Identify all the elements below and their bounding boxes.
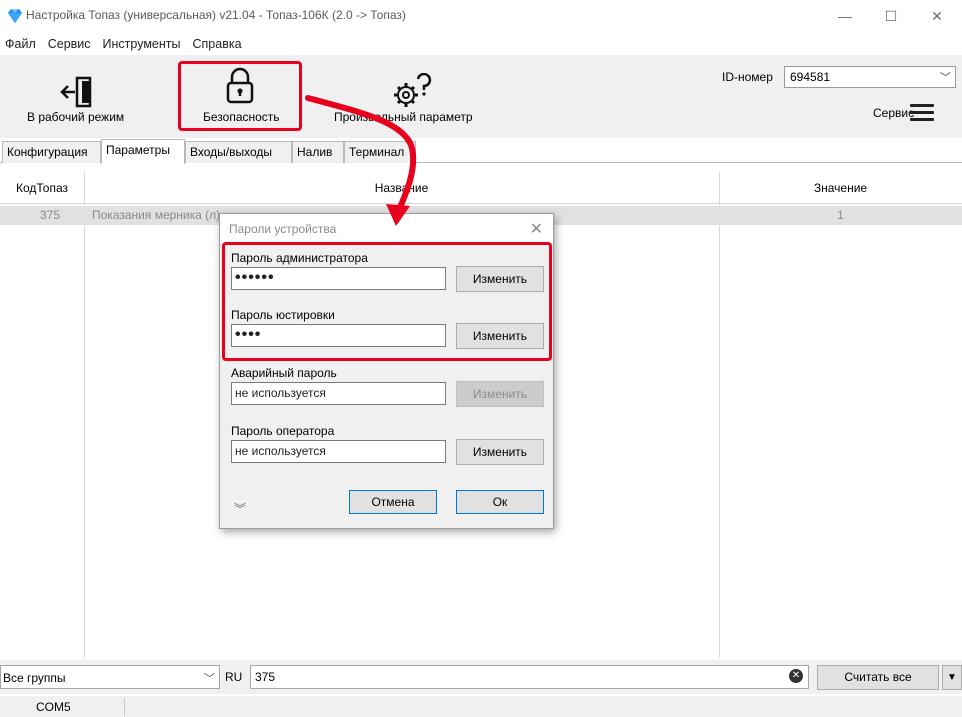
adjust-password-label: Пароль юстировки	[231, 308, 335, 322]
ok-button[interactable]: Ок	[456, 490, 544, 514]
close-button[interactable]: ✕	[914, 0, 960, 32]
dialog-close-icon[interactable]: ✕	[530, 219, 543, 239]
tab-terminal[interactable]: Терминал	[344, 141, 416, 163]
id-number-value: 694581	[790, 70, 831, 84]
hamburger-menu-icon[interactable]	[910, 104, 934, 122]
chevron-down-icon: ﹀	[204, 673, 215, 685]
operator-password-label: Пароль оператора	[231, 424, 335, 438]
title-bar: Настройка Топаз (универсальная) v21.04 -…	[0, 0, 962, 32]
minimize-button[interactable]: —	[822, 0, 868, 32]
gear-question-icon	[394, 73, 432, 107]
cancel-button[interactable]: Отмена	[349, 490, 437, 514]
status-divider	[124, 698, 125, 715]
table-header: КодТопаз Название Значение	[0, 172, 962, 204]
clear-circle-icon[interactable]: ✕	[789, 669, 803, 683]
security-button[interactable]: Безопасность	[180, 55, 300, 135]
device-passwords-dialog: Пароли устройства ✕ Пароль администратор…	[219, 213, 554, 529]
row-value: 1	[837, 208, 844, 222]
gem-icon	[8, 9, 22, 23]
column-divider	[84, 172, 85, 658]
header-name[interactable]: Название	[84, 172, 719, 204]
admin-password-label: Пароль администратора	[231, 251, 368, 265]
work-mode-label: В рабочий режим	[27, 110, 125, 124]
dialog-title: Пароли устройства	[229, 222, 337, 236]
tab-strip: Конфигурация Параметры Входы/выходы Нали…	[0, 138, 962, 164]
work-mode-button[interactable]: В рабочий режим	[20, 55, 140, 135]
filter-bar: Все группы ﹀ RU ✕ Считать все ▼	[0, 660, 962, 694]
tab-io[interactable]: Входы/выходы	[185, 141, 292, 163]
id-number-label: ID-номер	[722, 70, 773, 84]
emergency-password-field[interactable]: не используется	[231, 382, 446, 405]
emergency-password-label: Аварийный пароль	[231, 366, 337, 380]
row-code: 375	[39, 208, 60, 222]
header-code[interactable]: КодТопаз	[0, 172, 84, 204]
read-all-dropdown-button[interactable]: ▼	[942, 665, 962, 690]
header-value[interactable]: Значение	[719, 172, 962, 204]
tab-parameters[interactable]: Параметры	[101, 139, 185, 164]
id-number-select[interactable]: 694581 ﹀	[784, 66, 956, 88]
group-select[interactable]: Все группы ﹀	[0, 665, 220, 689]
service-label: Сервис	[873, 106, 915, 120]
padlock-icon	[226, 67, 254, 104]
maximize-button[interactable]: ☐	[868, 0, 914, 32]
tab-configuration[interactable]: Конфигурация	[2, 141, 101, 163]
menu-tools[interactable]: Инструменты	[97, 34, 187, 54]
custom-param-button[interactable]: Произвольный параметр	[330, 55, 490, 135]
menu-file[interactable]: Файл	[0, 34, 42, 54]
exit-door-icon	[60, 76, 92, 108]
adjust-password-field[interactable]: ••••	[231, 324, 446, 347]
menu-help[interactable]: Справка	[187, 34, 248, 54]
group-select-value: Все группы	[3, 671, 66, 685]
operator-password-field[interactable]: не используется	[231, 440, 446, 463]
column-divider	[719, 172, 720, 658]
read-all-button[interactable]: Считать все	[817, 665, 939, 690]
double-chevron-down-icon[interactable]: ︾	[234, 500, 246, 517]
dialog-title-bar: Пароли устройства ✕	[220, 214, 553, 244]
change-admin-password-button[interactable]: Изменить	[456, 266, 544, 292]
chevron-down-icon: ﹀	[940, 72, 951, 84]
language-label: RU	[225, 670, 243, 684]
change-operator-password-button[interactable]: Изменить	[456, 439, 544, 465]
custom-param-label: Произвольный параметр	[334, 110, 473, 124]
security-label: Безопасность	[203, 110, 280, 124]
change-emergency-password-button: Изменить	[456, 381, 544, 407]
admin-password-field[interactable]: ••••••	[231, 267, 446, 290]
status-bar: COM5	[0, 696, 962, 717]
menu-service[interactable]: Сервис	[42, 34, 97, 54]
status-port: COM5	[36, 700, 71, 714]
menu-bar: Файл Сервис Инструменты Справка	[0, 34, 248, 54]
window-title: Настройка Топаз (универсальная) v21.04 -…	[26, 8, 406, 22]
change-adjust-password-button[interactable]: Изменить	[456, 323, 544, 349]
search-input[interactable]	[250, 665, 809, 689]
tab-filling[interactable]: Налив	[292, 141, 344, 163]
